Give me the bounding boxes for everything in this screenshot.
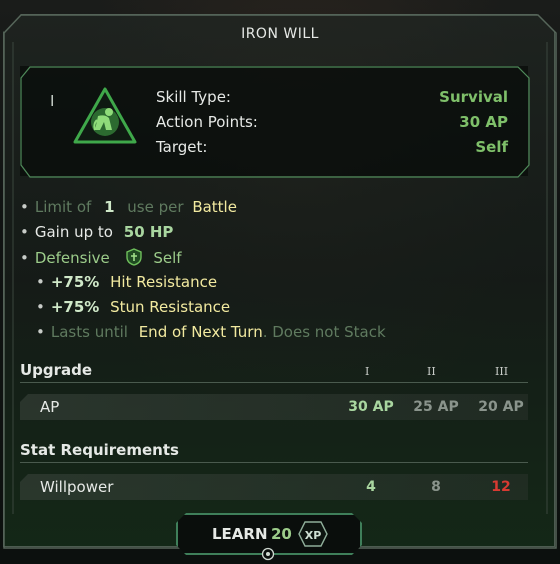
action-points-label: Action Points: bbox=[156, 113, 258, 131]
xp-badge-label: XP bbox=[305, 529, 322, 542]
upgrade-tier-3-value: 20 AP bbox=[478, 399, 524, 415]
target-circle-icon bbox=[261, 547, 275, 561]
action-points-value: 30 AP bbox=[459, 113, 508, 131]
requirement-tier-1-value: 4 bbox=[366, 479, 376, 495]
learn-cost[interactable]: 20 bbox=[271, 525, 292, 543]
kneeling-figure-icon bbox=[73, 87, 137, 144]
effect-limit: • Limit of 1 use per Battle bbox=[20, 198, 237, 216]
requirement-tier-3-value: 12 bbox=[491, 479, 511, 495]
learn-label[interactable]: LEARN bbox=[212, 525, 268, 543]
effect-duration: • Lasts until End of Next Turn. Does not … bbox=[36, 323, 386, 341]
upgrade-heading: Upgrade bbox=[20, 361, 93, 379]
tier-1-label: I bbox=[365, 365, 370, 378]
shield-icon bbox=[125, 248, 142, 266]
upgrade-tier-1-value: 30 AP bbox=[348, 399, 394, 415]
skill-title: IRON WILL bbox=[241, 26, 319, 42]
tier-3-label: III bbox=[495, 365, 509, 378]
divider bbox=[20, 462, 528, 463]
target-value: Self bbox=[475, 138, 508, 156]
effect-hit-resistance: • +75% Hit Resistance bbox=[36, 273, 218, 291]
upgrade-tier-2-value: 25 AP bbox=[413, 399, 459, 415]
effect-defensive: • Defensive Self bbox=[20, 248, 182, 267]
upgrade-row-label: AP bbox=[40, 398, 60, 416]
xp-badge-icon[interactable]: XP bbox=[298, 521, 328, 547]
effect-gain: • Gain up to 50 HP bbox=[20, 223, 174, 241]
divider bbox=[20, 382, 528, 383]
requirement-row-label: Willpower bbox=[40, 478, 114, 496]
tier-numeral: I bbox=[50, 92, 55, 110]
skill-type-value: Survival bbox=[439, 88, 508, 106]
skill-type-label: Skill Type: bbox=[156, 88, 231, 106]
requirements-heading: Stat Requirements bbox=[20, 441, 179, 459]
effect-stun-resistance: • +75% Stun Resistance bbox=[36, 298, 231, 316]
requirement-tier-2-value: 8 bbox=[431, 479, 441, 495]
target-label: Target: bbox=[156, 138, 208, 156]
tier-2-label: II bbox=[427, 365, 436, 378]
